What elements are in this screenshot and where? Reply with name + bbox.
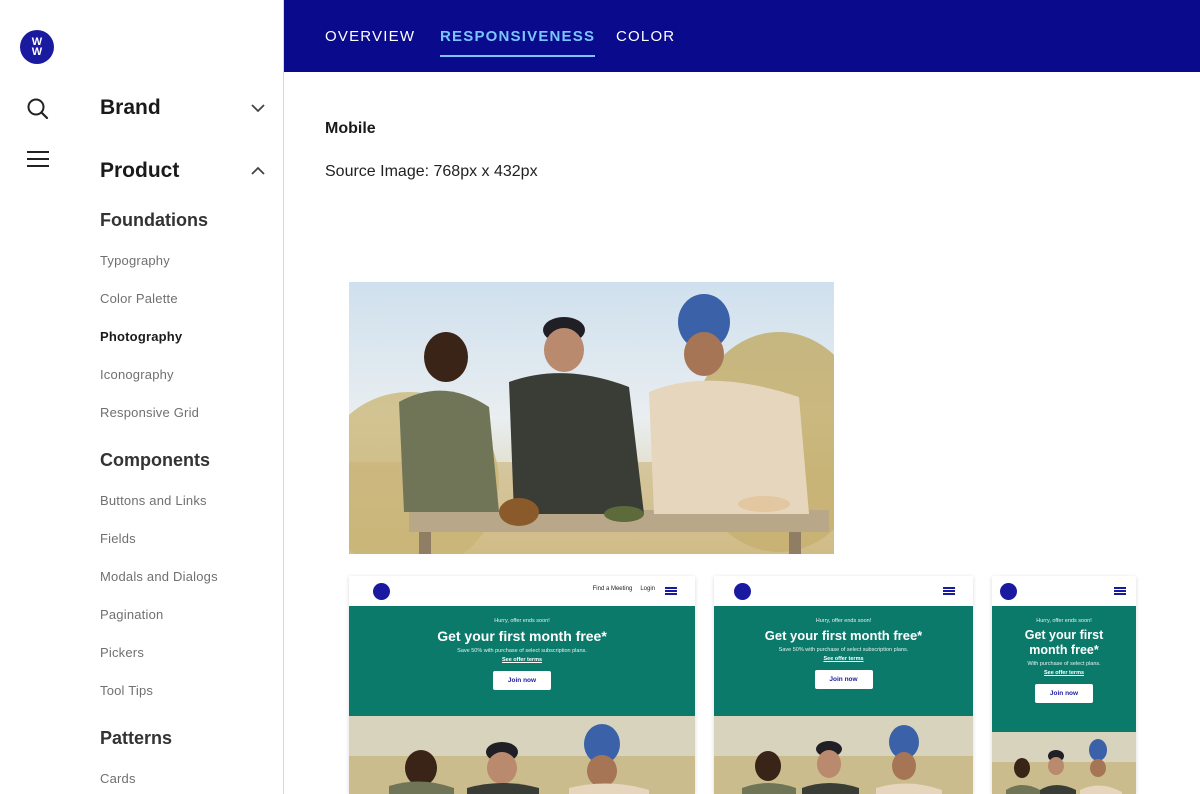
logo-letter-bottom: W [31,46,43,58]
tab-responsiveness[interactable]: RESPONSIVENESS [440,28,596,57]
source-photo [349,282,834,554]
photo-crop-image [714,716,973,794]
friends-eating-outdoors-image [349,282,834,554]
sidebar-item-color-palette[interactable]: Color Palette [100,291,178,306]
mockup-large-header: Find a Meeting Login [349,576,695,606]
promo-headline-line-2: month free* [1029,643,1099,657]
promo-fine-print: Save 50% with purchase of select subscri… [778,647,909,653]
promo-terms: See offer terms [1043,670,1085,676]
sidebar-item-pickers[interactable]: Pickers [100,645,144,660]
join-now-button: Join now [814,670,873,689]
ww-logo [1000,583,1017,600]
section-product[interactable]: Product [100,159,267,183]
promo-fine-print: With purchase of select plans. [1027,661,1101,667]
sidebar-nav: Brand Product Foundations Typography Col… [76,0,284,794]
menu-icon [665,587,677,595]
mockup-medium-header [714,576,973,606]
ww-logo [734,583,751,600]
sidebar-item-fields[interactable]: Fields [100,531,136,546]
sidebar-item-photography[interactable]: Photography [100,329,182,344]
ww-logo [373,583,390,600]
menu-icon [1114,587,1126,595]
group-title-patterns: Patterns [100,728,173,748]
mockup-small: Hurry, offer ends soon! Get your first m… [992,576,1136,794]
sidebar-item-tool-tips[interactable]: Tool Tips [100,683,153,698]
promo-eyebrow: Hurry, offer ends soon! [815,618,872,624]
tab-color[interactable]: COLOR [616,28,675,55]
sidebar-item-typography[interactable]: Typography [100,253,170,268]
promo-headline: Get your first month free* [764,628,923,643]
chevron-down-icon [251,104,265,113]
tab-overview[interactable]: OVERVIEW [325,28,415,55]
promo-terms: See offer terms [823,656,864,662]
search-icon[interactable] [24,95,52,123]
join-now-button: Join now [1035,684,1093,703]
menu-icon [943,587,955,595]
promo-fine-print: Save 50% with purchase of select subscri… [457,648,587,654]
mockup-large: Find a Meeting Login Hurry, offer ends s… [349,576,695,794]
promo-eyebrow: Hurry, offer ends soon! [494,618,550,624]
login-link: Login [640,586,655,592]
chevron-up-icon [251,166,265,175]
mockup-small-photo [992,732,1136,794]
promo-banner: Hurry, offer ends soon! Get your first m… [349,606,695,716]
find-meeting-link: Find a Meeting [592,586,633,592]
group-title-foundations: Foundations [100,210,208,230]
promo-eyebrow: Hurry, offer ends soon! [1036,618,1092,624]
mockup-medium: Hurry, offer ends soon! Get your first m… [714,576,973,794]
source-image-info: Source Image: 768px x 432px [325,163,538,180]
sidebar-item-iconography[interactable]: Iconography [100,367,174,382]
section-brand-label: Brand [100,96,161,119]
mockup-medium-photo [714,716,973,794]
section-brand[interactable]: Brand [100,96,267,120]
icon-rail: W W [0,0,76,794]
promo-terms: See offer terms [501,657,543,663]
sidebar-item-modals-dialogs[interactable]: Modals and Dialogs [100,569,218,584]
join-now-button: Join now [493,671,551,690]
sidebar-item-buttons-links[interactable]: Buttons and Links [100,493,207,508]
group-title-components: Components [100,450,210,470]
promo-headline-line-1: Get your first [1024,628,1104,642]
sidebar-item-cards[interactable]: Cards [100,771,136,786]
promo-banner: Hurry, offer ends soon! Get your first m… [992,606,1136,732]
photo-crop-image [992,732,1136,794]
promo-banner: Hurry, offer ends soon! Get your first m… [714,606,973,716]
page-title: Mobile [325,120,376,137]
menu-icon[interactable] [24,145,52,173]
ww-logo[interactable]: W W [20,30,54,64]
mockup-small-header [992,576,1136,606]
mockup-large-photo [349,716,695,794]
top-tab-bar: OVERVIEW RESPONSIVENESS COLOR [284,0,1200,72]
sidebar-item-pagination[interactable]: Pagination [100,607,163,622]
section-product-label: Product [100,159,180,182]
promo-headline: Get your first month free* [437,628,607,644]
photo-crop-image [349,716,695,794]
sidebar-item-responsive-grid[interactable]: Responsive Grid [100,405,199,420]
